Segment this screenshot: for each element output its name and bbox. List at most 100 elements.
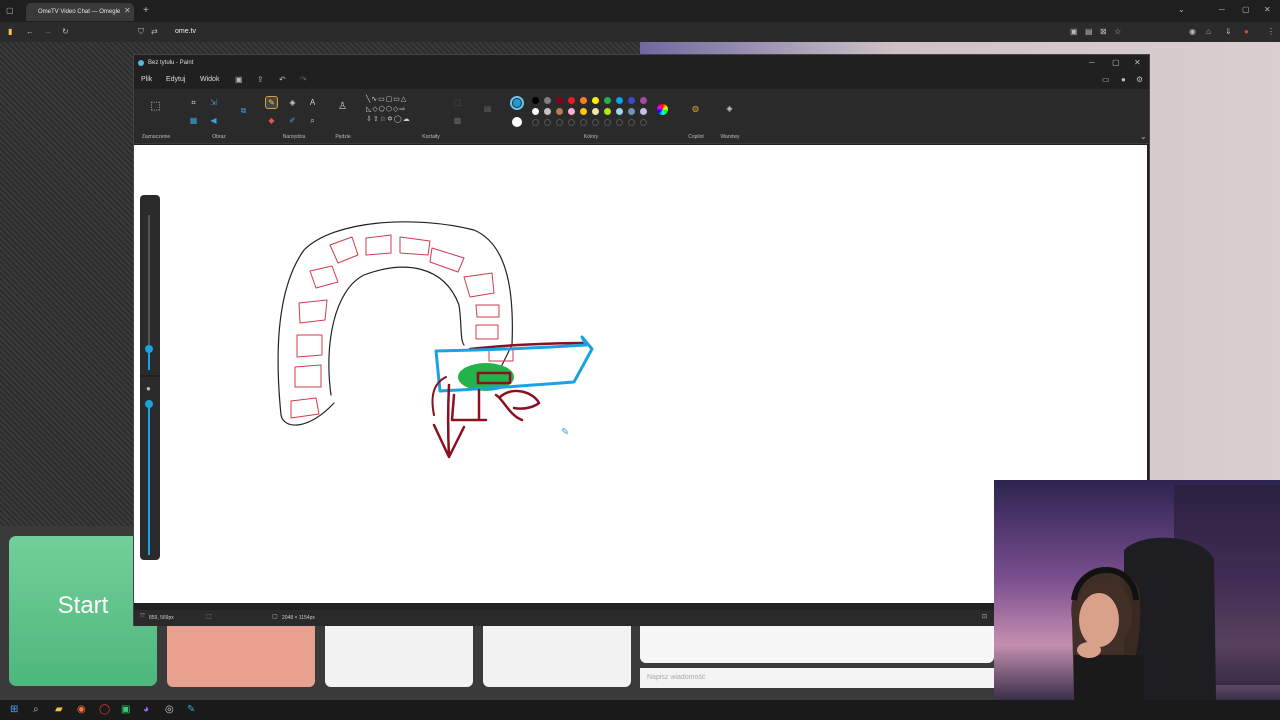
menu-file[interactable]: Plik xyxy=(141,71,152,89)
reload-icon[interactable]: ↻ xyxy=(62,28,69,36)
pencil-tool-icon[interactable]: ✎ xyxy=(265,96,278,109)
paint-minimize-icon[interactable]: ─ xyxy=(1089,59,1095,67)
palette-swatch[interactable] xyxy=(532,97,539,104)
share-icon[interactable]: ⌂ xyxy=(1206,28,1211,36)
tab-menu-icon[interactable]: ▢ xyxy=(6,7,14,15)
opacity-track[interactable] xyxy=(148,400,150,555)
comment-icon[interactable]: ▭ xyxy=(1102,76,1110,84)
account-icon[interactable]: ● xyxy=(1121,76,1126,84)
custom-color-slot[interactable] xyxy=(556,119,563,126)
palette-swatch[interactable] xyxy=(604,108,611,115)
discord-icon[interactable]: ◕ xyxy=(143,705,149,715)
palette-swatch[interactable] xyxy=(544,97,551,104)
palette-swatch[interactable] xyxy=(580,108,587,115)
sidebar-toggle-icon[interactable]: ▮ xyxy=(8,28,12,36)
outline-icon[interactable]: ⬚ xyxy=(452,97,463,108)
app-icon-green[interactable]: ▣ xyxy=(121,705,130,715)
custom-color-slot[interactable] xyxy=(616,119,623,126)
custom-color-slot[interactable] xyxy=(544,119,551,126)
palette-swatch[interactable] xyxy=(556,97,563,104)
palette-swatch[interactable] xyxy=(544,108,551,115)
palette-swatch[interactable] xyxy=(532,108,539,115)
redo-icon[interactable]: ↷ xyxy=(300,76,307,84)
image-select-icon[interactable]: ⧉ xyxy=(238,105,249,116)
shapes-gallery[interactable]: ╲∿▭▢▭△ ◺◇⬠⬡◇⇨ ⇩⇧☆✡◯☁ xyxy=(366,95,442,129)
menu-edit[interactable]: Edytuj xyxy=(166,71,185,89)
paint-maximize-icon[interactable]: ▢ xyxy=(1112,59,1120,67)
paint-taskbar-icon[interactable]: ✎ xyxy=(187,705,195,715)
palette-swatch[interactable] xyxy=(616,97,623,104)
magnifier-icon[interactable]: ⌕ xyxy=(307,115,318,126)
undo-icon[interactable]: ↶ xyxy=(279,76,286,84)
custom-color-slot[interactable] xyxy=(628,119,635,126)
screenshot-icon[interactable]: ▣ xyxy=(1070,28,1078,36)
size-thumb[interactable] xyxy=(145,345,153,353)
new-tab-button[interactable]: + xyxy=(143,6,149,16)
extension-icon[interactable]: ◉ xyxy=(1189,28,1196,36)
eraser-tool-icon[interactable]: ◆ xyxy=(266,115,277,126)
shape-size-icon[interactable]: ▤ xyxy=(482,103,493,114)
tab-close-icon[interactable]: ✕ xyxy=(124,7,131,15)
custom-color-slot[interactable] xyxy=(604,119,611,126)
obs-icon[interactable]: ◎ xyxy=(165,705,174,715)
site-info-icon[interactable]: ⛉ xyxy=(138,28,144,36)
palette-swatch[interactable] xyxy=(628,97,635,104)
palette-swatch[interactable] xyxy=(628,108,635,115)
opera-icon[interactable]: ◯ xyxy=(99,705,110,715)
maximize-icon[interactable]: ▢ xyxy=(1242,6,1250,14)
primary-color[interactable] xyxy=(510,96,524,110)
crop-icon[interactable]: ⌗ xyxy=(188,97,199,108)
chevron-down-icon[interactable]: ⌄ xyxy=(1178,6,1185,14)
layers-icon[interactable]: ◈ xyxy=(724,103,735,114)
selection-icon[interactable]: ⬚ xyxy=(150,101,161,112)
brush-icon[interactable]: ♙ xyxy=(337,101,348,112)
shape-fill-icon[interactable]: ▩ xyxy=(452,115,463,126)
save-icon[interactable]: ▣ xyxy=(235,76,243,84)
copilot-icon[interactable]: ◍ xyxy=(690,103,701,114)
forward-icon[interactable]: → xyxy=(44,28,52,36)
browser-menu-icon[interactable]: ⋮ xyxy=(1267,28,1275,36)
close-icon[interactable]: ✕ xyxy=(1264,6,1271,14)
url-field[interactable]: ome.tv xyxy=(175,22,196,42)
custom-color-slot[interactable] xyxy=(568,119,575,126)
palette-swatch[interactable] xyxy=(616,108,623,115)
translate-icon[interactable]: ⊠ xyxy=(1100,28,1107,36)
search-icon[interactable]: ⌕ xyxy=(33,705,39,715)
fill-tool-icon[interactable]: ◈ xyxy=(287,97,298,108)
minimize-icon[interactable]: ─ xyxy=(1219,6,1225,14)
share-icon[interactable]: ⇪ xyxy=(257,76,264,84)
palette-swatch[interactable] xyxy=(580,97,587,104)
browser-tab[interactable]: OmeTV Video Chat — Omegle xyxy=(26,3,134,21)
palette-swatch[interactable] xyxy=(568,97,575,104)
custom-color-slot[interactable] xyxy=(640,119,647,126)
settings-gear-icon[interactable]: ⚙ xyxy=(1136,76,1143,84)
custom-color-slot[interactable] xyxy=(532,119,539,126)
background-icon[interactable]: ▦ xyxy=(188,115,199,126)
resize-icon[interactable]: ⇲ xyxy=(208,97,219,108)
palette-swatch[interactable] xyxy=(568,108,575,115)
edit-colors-icon[interactable] xyxy=(657,104,668,115)
opacity-thumb[interactable] xyxy=(145,400,153,408)
palette-swatch[interactable] xyxy=(604,97,611,104)
firefox-icon[interactable]: ◉ xyxy=(77,705,86,715)
download-icon[interactable]: ⇓ xyxy=(1225,28,1232,36)
secondary-color[interactable] xyxy=(512,117,522,127)
custom-color-slot[interactable] xyxy=(592,119,599,126)
palette-swatch[interactable] xyxy=(640,97,647,104)
permissions-icon[interactable]: ⇄ xyxy=(151,28,158,36)
reader-icon[interactable]: ▤ xyxy=(1085,28,1093,36)
palette-swatch[interactable] xyxy=(556,108,563,115)
bookmark-star-icon[interactable]: ☆ xyxy=(1114,28,1121,36)
fit-window-icon[interactable]: ⊡ xyxy=(982,614,987,620)
palette-swatch[interactable] xyxy=(592,108,599,115)
file-explorer-icon[interactable]: ▰ xyxy=(55,705,63,715)
message-input[interactable]: Napisz wiadomość xyxy=(640,668,994,688)
paint-close-icon[interactable]: ✕ xyxy=(1134,59,1141,67)
rotate-icon[interactable]: ◀ xyxy=(208,115,219,126)
windows-start-icon[interactable]: ⊞ xyxy=(10,705,18,715)
ribbon-collapse-icon[interactable]: ⌄ xyxy=(1140,133,1147,141)
custom-color-slot[interactable] xyxy=(580,119,587,126)
profile-icon[interactable]: ● xyxy=(1244,28,1249,36)
color-picker-icon[interactable]: ✐ xyxy=(287,115,298,126)
text-tool-icon[interactable]: A xyxy=(307,97,318,108)
